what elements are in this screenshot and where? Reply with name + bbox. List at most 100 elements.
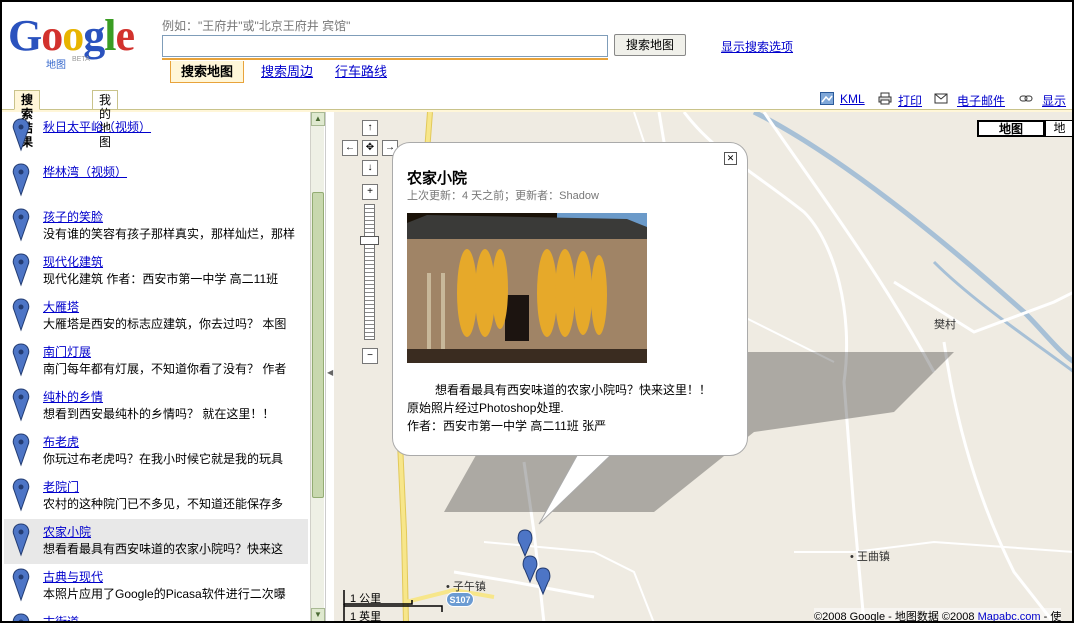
result-title-link[interactable]: 现代化建筑 <box>43 253 103 270</box>
subtab-search-map[interactable]: 搜索地图 <box>170 61 245 83</box>
result-item[interactable]: 农家小院想看看最具有西安味道的农家小院吗？快来这 <box>4 519 308 564</box>
result-item[interactable]: 秋日太平峪（视频） <box>4 114 308 159</box>
map-type-other-button[interactable]: 地 <box>1045 120 1072 137</box>
result-desc: 大雁塔是西安的标志应建筑，你去过吗？ 本图 <box>43 317 287 331</box>
map-pin-icon[interactable] <box>522 555 538 584</box>
map-type-map-button[interactable]: 地图 <box>977 120 1045 137</box>
copyright-text: ©2008 Google - 地图数据 ©2008 <box>814 611 978 623</box>
zoom-in-icon[interactable]: + <box>362 184 378 200</box>
result-pin-icon <box>12 388 30 422</box>
result-item[interactable]: 布老虎你玩过布老虎吗？在我小时候它就是我的玩具 <box>4 429 308 474</box>
result-title-link[interactable]: 老院门 <box>43 478 79 495</box>
map-pin-icon[interactable] <box>535 567 551 596</box>
kml-link[interactable]: KML <box>840 92 865 106</box>
scale-bar: 1 公里 1 英里 <box>342 588 446 623</box>
result-title-link[interactable]: 纯朴的乡情 <box>43 388 103 405</box>
mapabc-link[interactable]: Mapabc.com <box>978 611 1041 621</box>
result-desc: 南门每年都有灯展，不知道你看了没有？ 作者 <box>43 362 287 376</box>
result-item[interactable]: 大雁塔大雁塔是西安的标志应建筑，你去过吗？ 本图 <box>4 294 308 339</box>
close-icon[interactable]: ✕ <box>724 152 737 165</box>
show-link[interactable]: 显示 <box>1042 92 1066 109</box>
pan-left-icon[interactable]: ← <box>342 140 358 156</box>
collapse-arrow-icon[interactable]: ◀ <box>327 368 333 377</box>
info-title: 农家小院 <box>407 170 468 187</box>
copyright-suffix: - 使 <box>1040 611 1062 623</box>
subtab-directions[interactable]: 行车路线 <box>335 61 387 80</box>
search-map-button[interactable]: 搜索地图 <box>614 34 686 56</box>
map-pin-icon[interactable] <box>517 529 533 558</box>
result-item[interactable]: 古典与现代 本照片应用了Google的Picasa软件进行二次曝 <box>4 564 308 609</box>
result-desc: 你玩过布老虎吗？在我小时候它就是我的玩具 <box>43 452 284 466</box>
email-link[interactable]: 电子邮件 <box>957 92 1005 109</box>
browser-frame: Google 地图 BETA 例如："王府井"或"北京王府井 宾馆" 搜索地图 … <box>0 0 1074 623</box>
result-title-link[interactable]: 大雁塔 <box>43 298 79 315</box>
result-item[interactable]: 纯朴的乡情想看到西安最纯朴的乡情吗？ 就在这里！！ <box>4 384 308 429</box>
result-desc: 农村的这种院门已不多见，不知道还能保存多 <box>43 497 284 511</box>
result-title-link[interactable]: 南门灯展 <box>43 343 91 360</box>
result-pin-icon <box>12 523 30 557</box>
google-logo[interactable]: Google 地图 BETA <box>8 11 158 72</box>
result-pin-icon <box>12 613 30 621</box>
result-pin-icon <box>12 208 30 242</box>
route-shield: S107 <box>446 592 474 607</box>
result-title-link[interactable]: 古街道 <box>43 613 79 621</box>
kml-icon <box>820 92 834 105</box>
link-icon <box>1019 95 1033 102</box>
result-title-link[interactable]: 布老虎 <box>43 433 79 450</box>
result-item[interactable]: 南门灯展南门每年都有灯展，不知道你看了没有？ 作者 <box>4 339 308 384</box>
pan-down-icon[interactable]: ↓ <box>362 160 378 176</box>
result-item[interactable]: 现代化建筑 现代化建筑 作者：西安市第一中学 高二11班 <box>4 249 308 294</box>
map-copyright: ©2008 Google - 地图数据 ©2008 Mapabc.com - 使 <box>814 608 1062 623</box>
logo-sub: 地图 <box>46 60 66 71</box>
result-item[interactable]: 古街道 <box>4 609 308 621</box>
result-desc: 没有谁的笑容有孩子那样真实，那样灿烂，那样 <box>43 227 296 241</box>
tab-my-maps[interactable]: 我的地图 <box>92 90 119 149</box>
pan-up-icon[interactable]: ↑ <box>362 120 378 136</box>
logo-wordmark: Google <box>8 11 135 60</box>
result-pin-icon <box>12 478 30 512</box>
tab-search-results[interactable]: 搜索结果 <box>14 90 41 149</box>
info-body: 想看看最具有西安味道的农家小院吗？快来这里！！ 原始照片经过Photoshop处… <box>407 381 743 435</box>
print-icon <box>878 92 892 105</box>
result-item[interactable]: 老院门农村的这种院门已不多见，不知道还能保存多 <box>4 474 308 519</box>
search-example: 例如："王府井"或"北京王府井 宾馆" <box>162 19 351 33</box>
info-line-3: 作者：西安市第一中学 高二11班 张严 <box>407 419 607 433</box>
info-window: ✕ 农家小院 上次更新：4 天之前；更新者：Shadow 想看看最具有西安味道的… <box>392 142 748 456</box>
search-input[interactable] <box>162 35 608 57</box>
result-title-link[interactable]: 古典与现代 <box>43 568 103 585</box>
info-line-1: 想看看最具有西安味道的农家小院吗？快来这里！！ <box>435 383 712 397</box>
result-title-link[interactable]: 秋日太平峪（视频） <box>43 118 151 135</box>
info-meta: 上次更新：4 天之前；更新者：Shadow <box>407 190 599 202</box>
panel-splitter[interactable]: ◀ <box>325 112 333 621</box>
result-item[interactable]: 桦林湾（视频） <box>4 159 308 204</box>
info-line-2: 原始照片经过Photoshop处理. <box>407 401 564 415</box>
email-icon <box>934 93 948 104</box>
zoom-out-icon[interactable]: − <box>362 348 378 364</box>
scale-mi: 1 英里 <box>350 611 382 623</box>
result-title-link[interactable]: 桦林湾（视频） <box>43 163 127 180</box>
pan-center-icon[interactable]: ✥ <box>362 140 378 156</box>
subtab-search-nearby[interactable]: 搜索周边 <box>261 61 313 80</box>
scroll-thumb[interactable] <box>312 192 324 498</box>
result-pin-icon <box>12 163 30 197</box>
show-search-options-link[interactable]: 显示搜索选项 <box>721 38 793 55</box>
zoom-slider-track[interactable] <box>364 204 375 340</box>
scroll-up-arrow-icon[interactable]: ▲ <box>311 112 325 126</box>
result-desc: 想看看最具有西安味道的农家小院吗？快来这 <box>43 542 284 556</box>
print-link[interactable]: 打印 <box>898 92 922 109</box>
logo-badge: BETA <box>72 56 90 63</box>
scroll-down-arrow-icon[interactable]: ▼ <box>311 608 325 621</box>
result-pin-icon <box>12 568 30 602</box>
result-pin-icon <box>12 118 30 152</box>
place-label: • 王曲镇 <box>850 551 890 563</box>
map-canvas[interactable]: ↑ ← ✥ → ↓ + − 地图 地 樊村 • 王曲镇 • 子午镇 S107 1… <box>334 112 1072 623</box>
result-pin-icon <box>12 253 30 287</box>
result-item[interactable]: 孩子的笑脸没有谁的笑容有孩子那样真实，那样灿烂，那样 <box>4 204 308 249</box>
result-desc: 想看到西安最纯朴的乡情吗？ 就在这里！！ <box>43 407 275 421</box>
result-title-link[interactable]: 农家小院 <box>43 523 91 540</box>
results-list: 秋日太平峪（视频） 桦林湾（视频） 孩子的笑脸没有谁的笑容有孩子那样真实，那样灿烂，… <box>4 114 308 621</box>
farmhouse-photo[interactable] <box>407 213 647 363</box>
results-scrollbar[interactable]: ▲ ▼ <box>310 112 325 621</box>
result-title-link[interactable]: 孩子的笑脸 <box>43 208 103 225</box>
zoom-slider-thumb[interactable] <box>360 236 379 245</box>
